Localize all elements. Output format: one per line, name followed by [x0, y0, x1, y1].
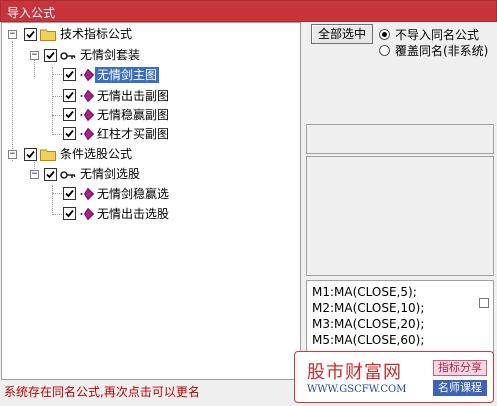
formula-icon [80, 207, 95, 221]
site-watermark: 股市财富网 WWW.GSCFW.COM 指标分享 名师课程 [294, 351, 494, 403]
tree-node-formula[interactable]: 红柱才买副图 [2, 125, 202, 143]
node-checkbox[interactable] [63, 127, 76, 140]
collapse-toggle[interactable]: − [30, 170, 39, 179]
check-icon [65, 209, 74, 218]
formula-icon [80, 68, 95, 82]
preview-checkbox[interactable] [479, 298, 489, 308]
node-checkbox[interactable] [63, 207, 76, 220]
description-panel [306, 156, 494, 276]
code-line: M1:MA(CLOSE,5); [312, 285, 417, 299]
node-label: 技术指标公式 [60, 27, 133, 41]
code-line: M5:MA(CLOSE,60); [312, 333, 425, 347]
node-label: 无情剑套装 [80, 48, 141, 62]
tree-node-wuqingjian-screen-set[interactable]: − 无情剑选股 [2, 166, 202, 184]
check-icon [26, 30, 35, 39]
radio-button[interactable] [379, 45, 390, 56]
node-label: 条件选股公式 [60, 147, 133, 161]
tree-node-formula[interactable]: 无情剑稳赢选 [2, 185, 202, 203]
check-icon [65, 129, 74, 138]
node-checkbox[interactable] [63, 108, 76, 121]
tree-node-wuqingjian-set[interactable]: − 无情剑套装 [2, 47, 202, 65]
code-line: M2:MA(CLOSE,10); [312, 301, 425, 315]
tree-node-formula[interactable]: 无情出击副图 [2, 87, 202, 105]
option-label: 覆盖同名(非系统) [395, 44, 489, 58]
node-label: 无情稳赢副图 [97, 108, 170, 122]
watermark-tag-courses: 名师课程 [433, 380, 487, 396]
watermark-site-name: 股市财富网 [307, 362, 402, 383]
tree-node-screening-folder[interactable]: − 条件选股公式 [2, 146, 202, 164]
node-label: 无情剑选股 [80, 167, 141, 181]
collapse-toggle[interactable]: − [30, 51, 39, 60]
folder-icon [40, 29, 56, 41]
tree-node-formula-main[interactable]: 无情剑主图 [2, 66, 202, 84]
node-checkbox[interactable] [24, 28, 37, 41]
check-icon [65, 70, 74, 79]
options-panel-blank [306, 63, 494, 124]
node-checkbox[interactable] [24, 148, 37, 161]
option-skip-duplicates[interactable]: 不导入同名公式 [379, 27, 494, 43]
option-overwrite-duplicates[interactable]: 覆盖同名(非系统) [379, 43, 494, 59]
tree-node-indicators-folder[interactable]: − 技术指标公式 [2, 26, 202, 44]
check-icon [65, 91, 74, 100]
tree-node-formula[interactable]: 无情出击选股 [2, 205, 202, 223]
check-icon [26, 150, 35, 159]
formula-icon [80, 89, 95, 103]
node-label: 无情剑主图 [95, 67, 160, 83]
key-icon [60, 171, 76, 179]
node-checkbox[interactable] [44, 168, 57, 181]
window-title: 导入公式 [7, 6, 56, 20]
status-message: 系统存在同名公式,再次点击可以更名 [4, 385, 200, 399]
node-checkbox[interactable] [63, 187, 76, 200]
radio-button[interactable] [379, 29, 390, 40]
option-label: 不导入同名公式 [395, 28, 480, 42]
formula-tree[interactable]: − 技术指标公式 − 无情剑套装 无情剑主图 无情出击副图 无情稳赢副图 红柱才… [1, 22, 301, 380]
check-icon [46, 51, 55, 60]
collapse-toggle[interactable]: − [8, 150, 17, 159]
node-checkbox[interactable] [44, 49, 57, 62]
code-line: M3:MA(CLOSE,20); [312, 317, 425, 331]
tree-node-formula[interactable]: 无情稳赢副图 [2, 106, 202, 124]
node-label: 红柱才买副图 [97, 127, 170, 141]
node-label: 无情出击选股 [97, 207, 170, 221]
formula-icon [80, 187, 95, 201]
check-icon [65, 110, 74, 119]
title-bar[interactable]: 导入公式 [0, 0, 497, 22]
formula-icon [80, 108, 95, 122]
node-label: 无情出击副图 [97, 89, 170, 103]
collapse-toggle[interactable]: − [8, 30, 17, 39]
node-checkbox[interactable] [63, 89, 76, 102]
info-panel [306, 124, 494, 154]
formula-icon [80, 127, 95, 141]
watermark-tag-indicators: 指标分享 [433, 360, 487, 376]
node-checkbox[interactable] [63, 68, 76, 81]
check-icon [65, 189, 74, 198]
node-label: 无情剑稳赢选 [97, 187, 170, 201]
check-icon [46, 170, 55, 179]
select-all-button[interactable]: 全部选中 [311, 24, 373, 44]
key-icon [60, 52, 76, 60]
folder-icon [40, 149, 56, 161]
watermark-url: WWW.GSCFW.COM [307, 384, 407, 395]
